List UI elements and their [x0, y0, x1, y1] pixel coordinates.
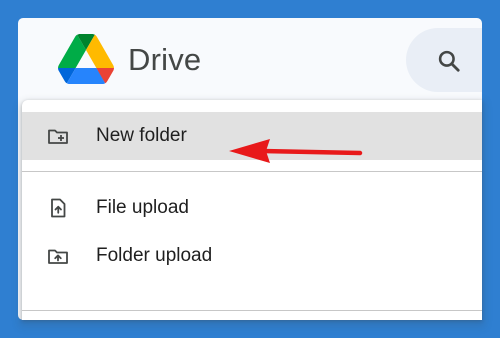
menu-item-label: Folder upload	[96, 245, 213, 266]
file-upload-icon	[51, 198, 66, 218]
search-icon[interactable]	[436, 48, 462, 74]
search-bar[interactable]	[406, 28, 482, 92]
google-drive-logo[interactable]	[58, 34, 114, 84]
folder-upload-icon	[48, 249, 68, 264]
menu-divider	[22, 171, 482, 172]
menu-divider	[22, 310, 482, 311]
menu-item-folder-upload[interactable]: Folder upload	[22, 232, 482, 280]
menu-item-file-upload[interactable]: File upload	[22, 184, 482, 232]
new-item-menu: New folder File upload Folder upload	[22, 100, 482, 320]
app-title: Drive	[128, 42, 202, 77]
menu-item-label: File upload	[96, 197, 189, 218]
new-folder-icon	[48, 129, 68, 144]
menu-item-new-folder[interactable]: New folder	[22, 112, 482, 160]
menu-item-label: New folder	[96, 125, 187, 146]
